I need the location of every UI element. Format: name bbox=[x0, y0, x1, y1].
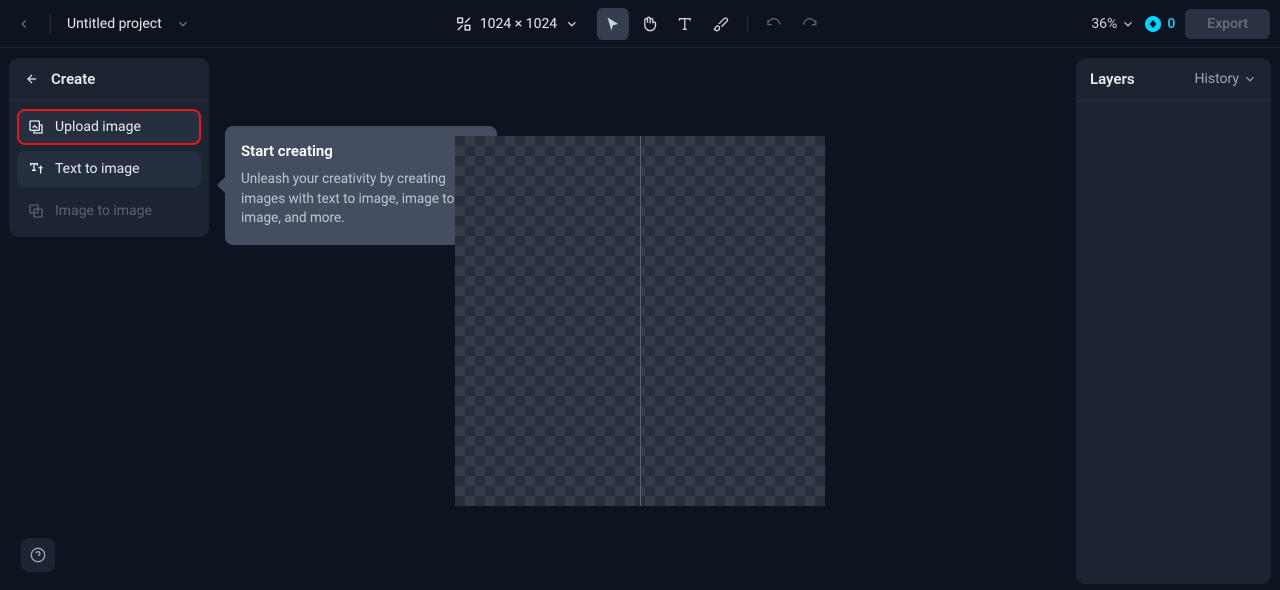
zoom-control[interactable]: 36% bbox=[1091, 16, 1135, 32]
chevron-down-icon bbox=[1121, 17, 1135, 31]
brush-icon bbox=[713, 16, 729, 32]
help-icon bbox=[30, 547, 46, 563]
text-to-image-label: Text to image bbox=[55, 161, 140, 177]
top-bar: Untitled project 1024 × 1024 bbox=[0, 0, 1280, 48]
text-to-image-icon bbox=[28, 161, 44, 177]
image-to-image-label: Image to image bbox=[55, 203, 152, 219]
credits-icon bbox=[1145, 16, 1161, 32]
upload-image-label: Upload image bbox=[55, 119, 141, 135]
redo-icon bbox=[802, 16, 818, 32]
main-workspace: Create Upload image Text to image Image … bbox=[0, 48, 1280, 590]
history-label: History bbox=[1194, 71, 1239, 87]
select-tool[interactable] bbox=[597, 8, 629, 40]
create-panel-header: Create bbox=[9, 58, 209, 101]
divider bbox=[747, 16, 748, 32]
layers-panel: Layers History bbox=[1076, 58, 1271, 584]
credits-value: 0 bbox=[1167, 16, 1175, 32]
undo-icon bbox=[766, 16, 782, 32]
topbar-left: Untitled project bbox=[10, 10, 194, 38]
divider bbox=[50, 14, 51, 34]
create-title: Create bbox=[51, 70, 95, 88]
help-button[interactable] bbox=[21, 538, 55, 572]
export-button[interactable]: Export bbox=[1185, 9, 1270, 39]
undo-button[interactable] bbox=[758, 8, 790, 40]
pan-tool[interactable] bbox=[633, 8, 665, 40]
tooltip-title: Start creating bbox=[241, 142, 481, 160]
text-to-image-button[interactable]: Text to image bbox=[17, 151, 201, 187]
chevron-down-icon bbox=[565, 17, 579, 31]
layers-panel-header: Layers History bbox=[1076, 58, 1271, 101]
image-to-image-button: Image to image bbox=[17, 193, 201, 229]
credits-display[interactable]: 0 bbox=[1145, 16, 1175, 32]
canvas-center-guide bbox=[640, 136, 641, 506]
layers-title: Layers bbox=[1090, 70, 1135, 88]
cursor-icon bbox=[605, 16, 621, 32]
hand-icon bbox=[641, 16, 657, 32]
canvas-size-text: 1024 × 1024 bbox=[480, 16, 557, 32]
canvas[interactable] bbox=[455, 136, 825, 506]
chevron-down-icon bbox=[1243, 72, 1257, 86]
create-options: Upload image Text to image Image to imag… bbox=[9, 101, 209, 237]
topbar-center: 1024 × 1024 bbox=[454, 8, 826, 40]
redo-button[interactable] bbox=[794, 8, 826, 40]
project-title[interactable]: Untitled project bbox=[63, 16, 166, 32]
history-dropdown[interactable]: History bbox=[1194, 71, 1257, 87]
zoom-value: 36% bbox=[1091, 16, 1117, 32]
tool-group bbox=[597, 8, 826, 40]
text-tool[interactable] bbox=[669, 8, 701, 40]
back-button[interactable] bbox=[10, 10, 38, 38]
chevron-down-icon bbox=[176, 17, 190, 31]
upload-image-icon bbox=[28, 119, 44, 135]
topbar-right: 36% 0 Export bbox=[1091, 9, 1270, 39]
brush-tool[interactable] bbox=[705, 8, 737, 40]
canvas-size-button[interactable]: 1024 × 1024 bbox=[454, 12, 581, 36]
chevron-left-icon bbox=[17, 17, 31, 31]
text-icon bbox=[677, 16, 693, 32]
upload-image-button[interactable]: Upload image bbox=[17, 109, 201, 145]
image-to-image-icon bbox=[28, 203, 44, 219]
resize-icon bbox=[456, 16, 472, 32]
project-dropdown[interactable] bbox=[172, 13, 194, 35]
back-arrow-icon[interactable] bbox=[23, 72, 41, 86]
create-panel: Create Upload image Text to image Image … bbox=[9, 58, 209, 237]
tooltip-body: Unleash your creativity by creating imag… bbox=[241, 170, 481, 229]
